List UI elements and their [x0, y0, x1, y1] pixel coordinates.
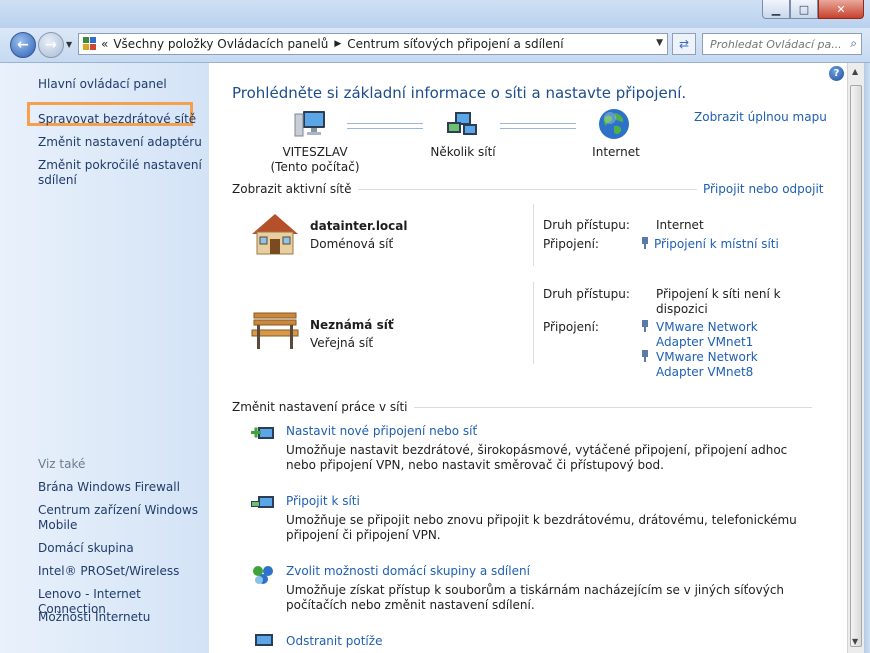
sidebar-item-control-panel-home[interactable]: Hlavní ovládací panel — [38, 77, 203, 92]
network-name: Neznámá síť — [310, 318, 394, 332]
arrow-right-icon: → — [45, 37, 57, 53]
search-input[interactable] — [708, 36, 842, 52]
network-icon — [445, 110, 479, 143]
sidebar-item-intel-proset[interactable]: Intel® PROSet/Wireless — [38, 564, 203, 579]
connection-vmnet8[interactable]: VMware Network Adapter VMnet8 — [641, 350, 801, 380]
column-divider — [533, 282, 534, 364]
connection-line — [500, 123, 576, 129]
vmnet1-connection-link[interactable]: VMware Network Adapter VMnet1 — [656, 320, 796, 350]
title-bar: ▁ □ ✕ — [0, 0, 870, 28]
connection-line — [347, 123, 423, 129]
network-type: Veřejná síť — [310, 336, 374, 350]
setup-new-connection-link[interactable]: Nastavit nové připojení nebo síť — [286, 424, 477, 438]
breadcrumb-network-center[interactable]: Centrum síťových připojení a sdílení — [347, 37, 563, 51]
connect-network-icon — [250, 492, 276, 517]
connection-label: Připojení: — [543, 320, 599, 334]
troubleshoot-icon — [254, 632, 276, 651]
vmnet8-connection-link[interactable]: VMware Network Adapter VMnet8 — [656, 350, 796, 380]
column-divider — [533, 204, 534, 266]
vertical-scrollbar[interactable]: ▲ ▼ — [847, 63, 865, 653]
close-button[interactable]: ✕ — [818, 0, 864, 19]
access-type-value: Připojení k síti není k dispozici — [656, 287, 781, 316]
search-icon[interactable]: ⌕ — [850, 36, 857, 51]
local-area-connection-link[interactable]: Připojení k místní síti — [654, 237, 779, 251]
maximize-button[interactable]: □ — [790, 0, 818, 19]
connect-disconnect-link[interactable]: Připojit nebo odpojit — [697, 182, 824, 196]
plug-icon — [641, 320, 649, 332]
chevron-right-icon[interactable]: ▶ — [334, 39, 341, 49]
access-type-value: Internet — [656, 218, 704, 232]
connect-to-network-link[interactable]: Připojit k síti — [286, 494, 360, 508]
plug-icon — [641, 237, 649, 249]
setup-new-connection-desc: Umožňuje nastavit bezdrátové, širokopásm… — [286, 443, 788, 472]
navigation-bar: ← → ▼ « Všechny položky Ovládacích panel… — [0, 28, 870, 63]
breadcrumb-all-items[interactable]: Všechny položky Ovládacích panelů — [113, 37, 328, 51]
connect-to-network-desc: Umožňuje se připojit nebo znovu připojit… — [286, 513, 797, 542]
breadcrumb-prefix[interactable]: « — [101, 37, 108, 51]
change-settings-header: Změnit nastavení práce v síti — [232, 400, 414, 414]
internet-label: Internet — [592, 145, 640, 159]
sidebar-item-homegroup[interactable]: Domácí skupina — [38, 541, 203, 556]
multiple-networks-label: Několik sítí — [430, 145, 496, 159]
refresh-button[interactable]: ⇄ — [672, 33, 696, 55]
sidebar-item-mobile-center[interactable]: Centrum zařízení Windows Mobile — [38, 503, 203, 533]
see-also-header: Viz také — [38, 457, 86, 471]
window-frame — [864, 63, 870, 653]
sidebar: Hlavní ovládací panel Spravovat bezdráto… — [0, 63, 209, 653]
homegroup-options-desc: Umožňuje získat přístup k souborům a tis… — [286, 583, 785, 612]
help-icon[interactable]: ? — [829, 66, 844, 81]
chevron-down-icon[interactable]: ▼ — [656, 38, 663, 48]
connection-label: Připojení: — [543, 237, 599, 251]
computer-subtitle: (Tento počítač) — [270, 160, 360, 174]
window-controls: ▁ □ ✕ — [762, 0, 864, 19]
troubleshoot-link[interactable]: Odstranit potíže — [286, 634, 382, 648]
back-button[interactable]: ← — [10, 32, 36, 58]
plug-icon — [641, 350, 649, 362]
bench-icon — [250, 310, 300, 355]
computer-icon — [294, 108, 328, 143]
network-type: Doménová síť — [310, 237, 394, 251]
sidebar-item-manage-wireless[interactable]: Spravovat bezdrátové sítě — [38, 112, 203, 127]
computer-name: VITESZLAV — [282, 145, 348, 159]
access-type-label: Druh přístupu: — [543, 287, 630, 301]
refresh-icon: ⇄ — [678, 37, 690, 51]
globe-icon — [598, 108, 630, 143]
active-networks-header: Zobrazit aktivní sítě — [232, 182, 358, 196]
minimize-button[interactable]: ▁ — [762, 0, 790, 19]
forward-button[interactable]: → — [38, 32, 64, 58]
sidebar-item-advanced-sharing[interactable]: Změnit pokročilé nastavení sdílení — [38, 158, 203, 188]
homegroup-options-link[interactable]: Zvolit možnosti domácí skupiny a sdílení — [286, 564, 530, 578]
sidebar-item-firewall[interactable]: Brána Windows Firewall — [38, 480, 203, 495]
page-title: Prohlédněte si základní informace o síti… — [232, 84, 687, 102]
connection-vmnet1[interactable]: VMware Network Adapter VMnet1 — [641, 320, 801, 350]
homegroup-icon — [250, 563, 276, 590]
address-bar[interactable]: « Všechny položky Ovládacích panelů ▶ Ce… — [78, 33, 668, 55]
search-box[interactable]: ⌕ — [702, 33, 862, 55]
new-connection-icon — [250, 423, 276, 448]
connection-local-area[interactable]: Připojení k místní síti — [641, 237, 779, 251]
network-name: datainter.local — [310, 219, 408, 233]
scroll-up-icon[interactable]: ▲ — [852, 67, 858, 76]
sidebar-item-internet-options[interactable]: Možnosti Internetu — [38, 610, 203, 625]
scroll-down-icon[interactable]: ▼ — [852, 637, 858, 646]
access-type-label: Druh přístupu: — [543, 218, 630, 232]
control-panel-icon — [83, 37, 97, 51]
recent-pages-dropdown[interactable]: ▼ — [66, 40, 72, 49]
scroll-thumb[interactable] — [850, 85, 862, 647]
house-icon — [250, 212, 300, 259]
sidebar-item-adapter-settings[interactable]: Změnit nastavení adaptéru — [38, 135, 203, 150]
full-map-link[interactable]: Zobrazit úplnou mapu — [694, 110, 827, 124]
arrow-left-icon: ← — [17, 37, 29, 53]
